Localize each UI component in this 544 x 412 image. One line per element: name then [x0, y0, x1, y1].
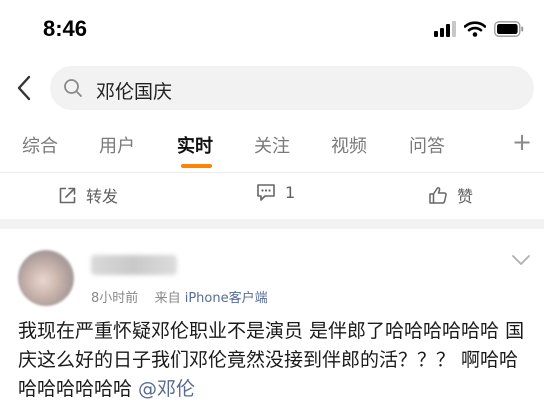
- battery-icon: [494, 21, 524, 41]
- active-tab-indicator: [181, 164, 212, 168]
- tab-qa[interactable]: 问答: [409, 132, 445, 158]
- comment-count: 1: [285, 183, 296, 202]
- status-time: 8:46: [43, 16, 88, 41]
- search-icon: [63, 78, 83, 102]
- like-label: 赞: [457, 187, 474, 206]
- add-tab-button[interactable]: +: [512, 128, 532, 156]
- post-time: 8小时前: [91, 291, 139, 306]
- repost-label: 转发: [86, 187, 119, 206]
- post-menu-button[interactable]: [511, 251, 531, 270]
- search-bar: 邓伦国庆: [0, 64, 544, 112]
- thumbs-up-icon: [429, 186, 447, 204]
- repost-icon: [59, 187, 76, 203]
- comment-icon: [257, 184, 275, 201]
- comment-button[interactable]: 1: [256, 183, 295, 202]
- tab-realtime[interactable]: 实时: [177, 132, 213, 158]
- section-divider: [0, 219, 544, 229]
- signal-icon: [434, 21, 456, 41]
- chevron-left-icon: [17, 75, 31, 101]
- post-meta: 8小时前 来自 iPhone客户端: [91, 287, 268, 306]
- post-source-prefix: 来自: [154, 291, 181, 306]
- tab-comprehensive[interactable]: 综合: [22, 132, 58, 158]
- action-bar: 转发 1 赞: [0, 173, 544, 219]
- avatar[interactable]: [18, 250, 74, 306]
- back-button[interactable]: [10, 72, 38, 104]
- post-text: 我现在严重怀疑邓伦职业不是演员 是伴郎了哈哈哈哈哈哈 国庆这么好的日子我们邓伦竟…: [18, 317, 534, 404]
- search-query: 邓伦国庆: [96, 81, 173, 103]
- chevron-down-icon: [512, 255, 530, 265]
- mention-link[interactable]: @邓伦: [138, 378, 195, 400]
- post-source[interactable]: iPhone客户端: [185, 291, 268, 306]
- wifi-icon: [463, 21, 487, 41]
- tab-following[interactable]: 关注: [254, 132, 290, 158]
- status-bar: 8:46: [0, 0, 544, 60]
- post-text-body: 我现在严重怀疑邓伦职业不是演员 是伴郎了哈哈哈哈哈哈 国庆这么好的日子我们邓伦竟…: [18, 320, 525, 400]
- post-card: 8小时前 来自 iPhone客户端 我现在严重怀疑邓伦职业不是演员 是伴郎了哈哈…: [0, 229, 544, 412]
- search-input[interactable]: 邓伦国庆: [50, 66, 534, 110]
- tab-videos[interactable]: 视频: [331, 132, 367, 158]
- username-blurred[interactable]: [91, 255, 177, 275]
- status-icons: [434, 20, 524, 42]
- tab-users[interactable]: 用户: [99, 132, 135, 158]
- tab-bar: 综合 用户 实时 关注 视频 问答 +: [0, 128, 544, 172]
- like-button[interactable]: 赞: [428, 183, 473, 207]
- repost-button[interactable]: 转发: [58, 183, 118, 207]
